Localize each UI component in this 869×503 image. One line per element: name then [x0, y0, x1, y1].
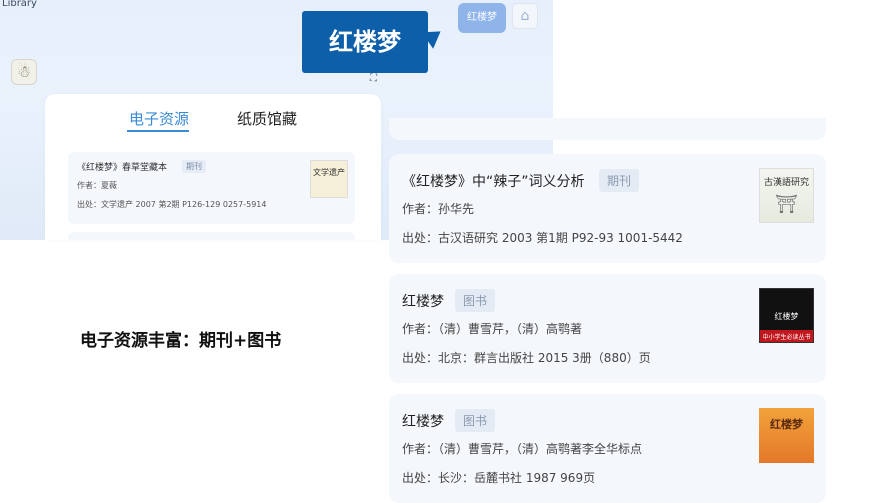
search-results-card: 电子资源 纸质馆藏 《红楼梦》春草堂藏本 期刊 作者：夏薇 出处：文学遗产 20… [45, 94, 381, 240]
record-type-badge: 图书 [455, 409, 496, 432]
active-tab-indicator [127, 130, 189, 132]
record-cover: 红楼梦 [759, 408, 814, 463]
list-item[interactable]: 《红楼梦》春草堂藏本 期刊 作者：夏薇 出处：文学遗产 2007 第2期 P12… [68, 152, 355, 224]
record-title[interactable]: 红楼梦 [402, 291, 444, 311]
list-item[interactable]: 红楼梦 图书 作者：（清）曹雪芹，（清）高鹗著 出处：北京：群言出版社 2015… [389, 274, 826, 383]
record-source: 出处：长沙：岳麓书社 1987 969页 [402, 471, 596, 485]
record-author: 作者：孙华先 [402, 202, 475, 216]
record-author: 作者：（清）曹雪芹，（清）高鹗著李全华标点 [402, 442, 643, 456]
library-label: Library [2, 0, 37, 9]
record-source: 出处：北京：群言出版社 2015 3册（880）页 [402, 351, 651, 365]
record-type-badge: 图书 [455, 289, 496, 312]
tab-print-collection[interactable]: 纸质馆藏 [237, 108, 297, 129]
record-title: 《红楼梦》春草堂藏本 [77, 163, 168, 173]
record-cover: 文学遗产 [310, 160, 348, 198]
cover-title: 红楼梦 [770, 418, 803, 431]
cover-band-text: 中小学生必读丛书 [762, 334, 811, 341]
list-item[interactable]: 红楼梦 图书 作者：（清）曹雪芹，（清）高鹗著李全华标点 出处：长沙：岳麓书社 … [389, 394, 826, 503]
cover-title: 古漢語研究 [763, 178, 809, 188]
list-item-partial [389, 118, 826, 140]
caption-text: 电子资源丰富：期刊+图书 [80, 331, 282, 351]
record-author: 作者：（清）曹雪芹，（清）高鹗著 [402, 322, 583, 336]
record-author: 作者：夏薇 [77, 181, 117, 190]
record-title[interactable]: 《红楼梦》中“辣子”词义分析 [402, 171, 585, 191]
cover-figure-icon: ⛩ [775, 194, 798, 215]
record-source: 出处：古汉语研究 2003 第1期 P92-93 1001-5442 [402, 231, 683, 245]
record-type-badge: 期刊 [599, 169, 640, 192]
list-item[interactable] [68, 232, 355, 240]
mascot-icon: ☃ [11, 59, 37, 85]
home-icon[interactable]: ⌂ [512, 3, 538, 29]
cover-title: 红楼梦 [774, 312, 799, 321]
tab-electronic-resources[interactable]: 电子资源 [129, 108, 189, 129]
search-tag-button[interactable]: 红楼梦 [458, 3, 506, 33]
record-source: 出处：文学遗产 2007 第2期 P126-129 0257-5914 [77, 200, 267, 209]
record-title[interactable]: 红楼梦 [402, 411, 444, 431]
resize-icon: ⛶ [370, 73, 377, 84]
record-type-badge: 期刊 [182, 160, 206, 173]
keyword-callout: 红楼梦 [302, 11, 428, 73]
record-cover: 古漢語研究 ⛩ [759, 168, 814, 223]
list-item[interactable]: 《红楼梦》中“辣子”词义分析 期刊 作者：孙华先 出处：古汉语研究 2003 第… [389, 154, 826, 263]
record-cover: 红楼梦 中小学生必读丛书 [759, 288, 814, 343]
